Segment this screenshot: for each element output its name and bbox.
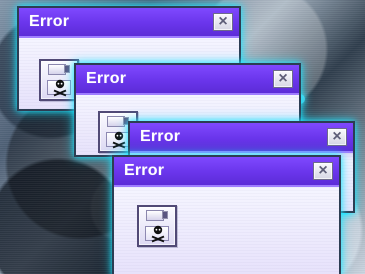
- window-titlebar[interactable]: Error ×: [19, 8, 239, 38]
- skull-crossbones-icon: [112, 131, 126, 149]
- close-button[interactable]: ×: [213, 13, 233, 31]
- window-titlebar[interactable]: Error ×: [76, 65, 299, 95]
- floppy-disk-icon: [39, 59, 79, 101]
- close-button[interactable]: ×: [273, 70, 293, 88]
- close-button[interactable]: ×: [313, 162, 333, 180]
- window-title: Error: [86, 70, 127, 87]
- window-title: Error: [140, 128, 181, 145]
- window-title: Error: [29, 13, 70, 30]
- window-content: [114, 187, 339, 274]
- window-titlebar[interactable]: Error ×: [114, 157, 339, 187]
- skull-crossbones-icon: [53, 79, 67, 97]
- skull-crossbones-icon: [151, 225, 165, 243]
- error-window-4[interactable]: Error ×: [112, 155, 341, 274]
- window-titlebar[interactable]: Error ×: [130, 123, 353, 153]
- floppy-disk-icon: [137, 205, 177, 247]
- close-button[interactable]: ×: [327, 128, 347, 146]
- window-title: Error: [124, 162, 165, 179]
